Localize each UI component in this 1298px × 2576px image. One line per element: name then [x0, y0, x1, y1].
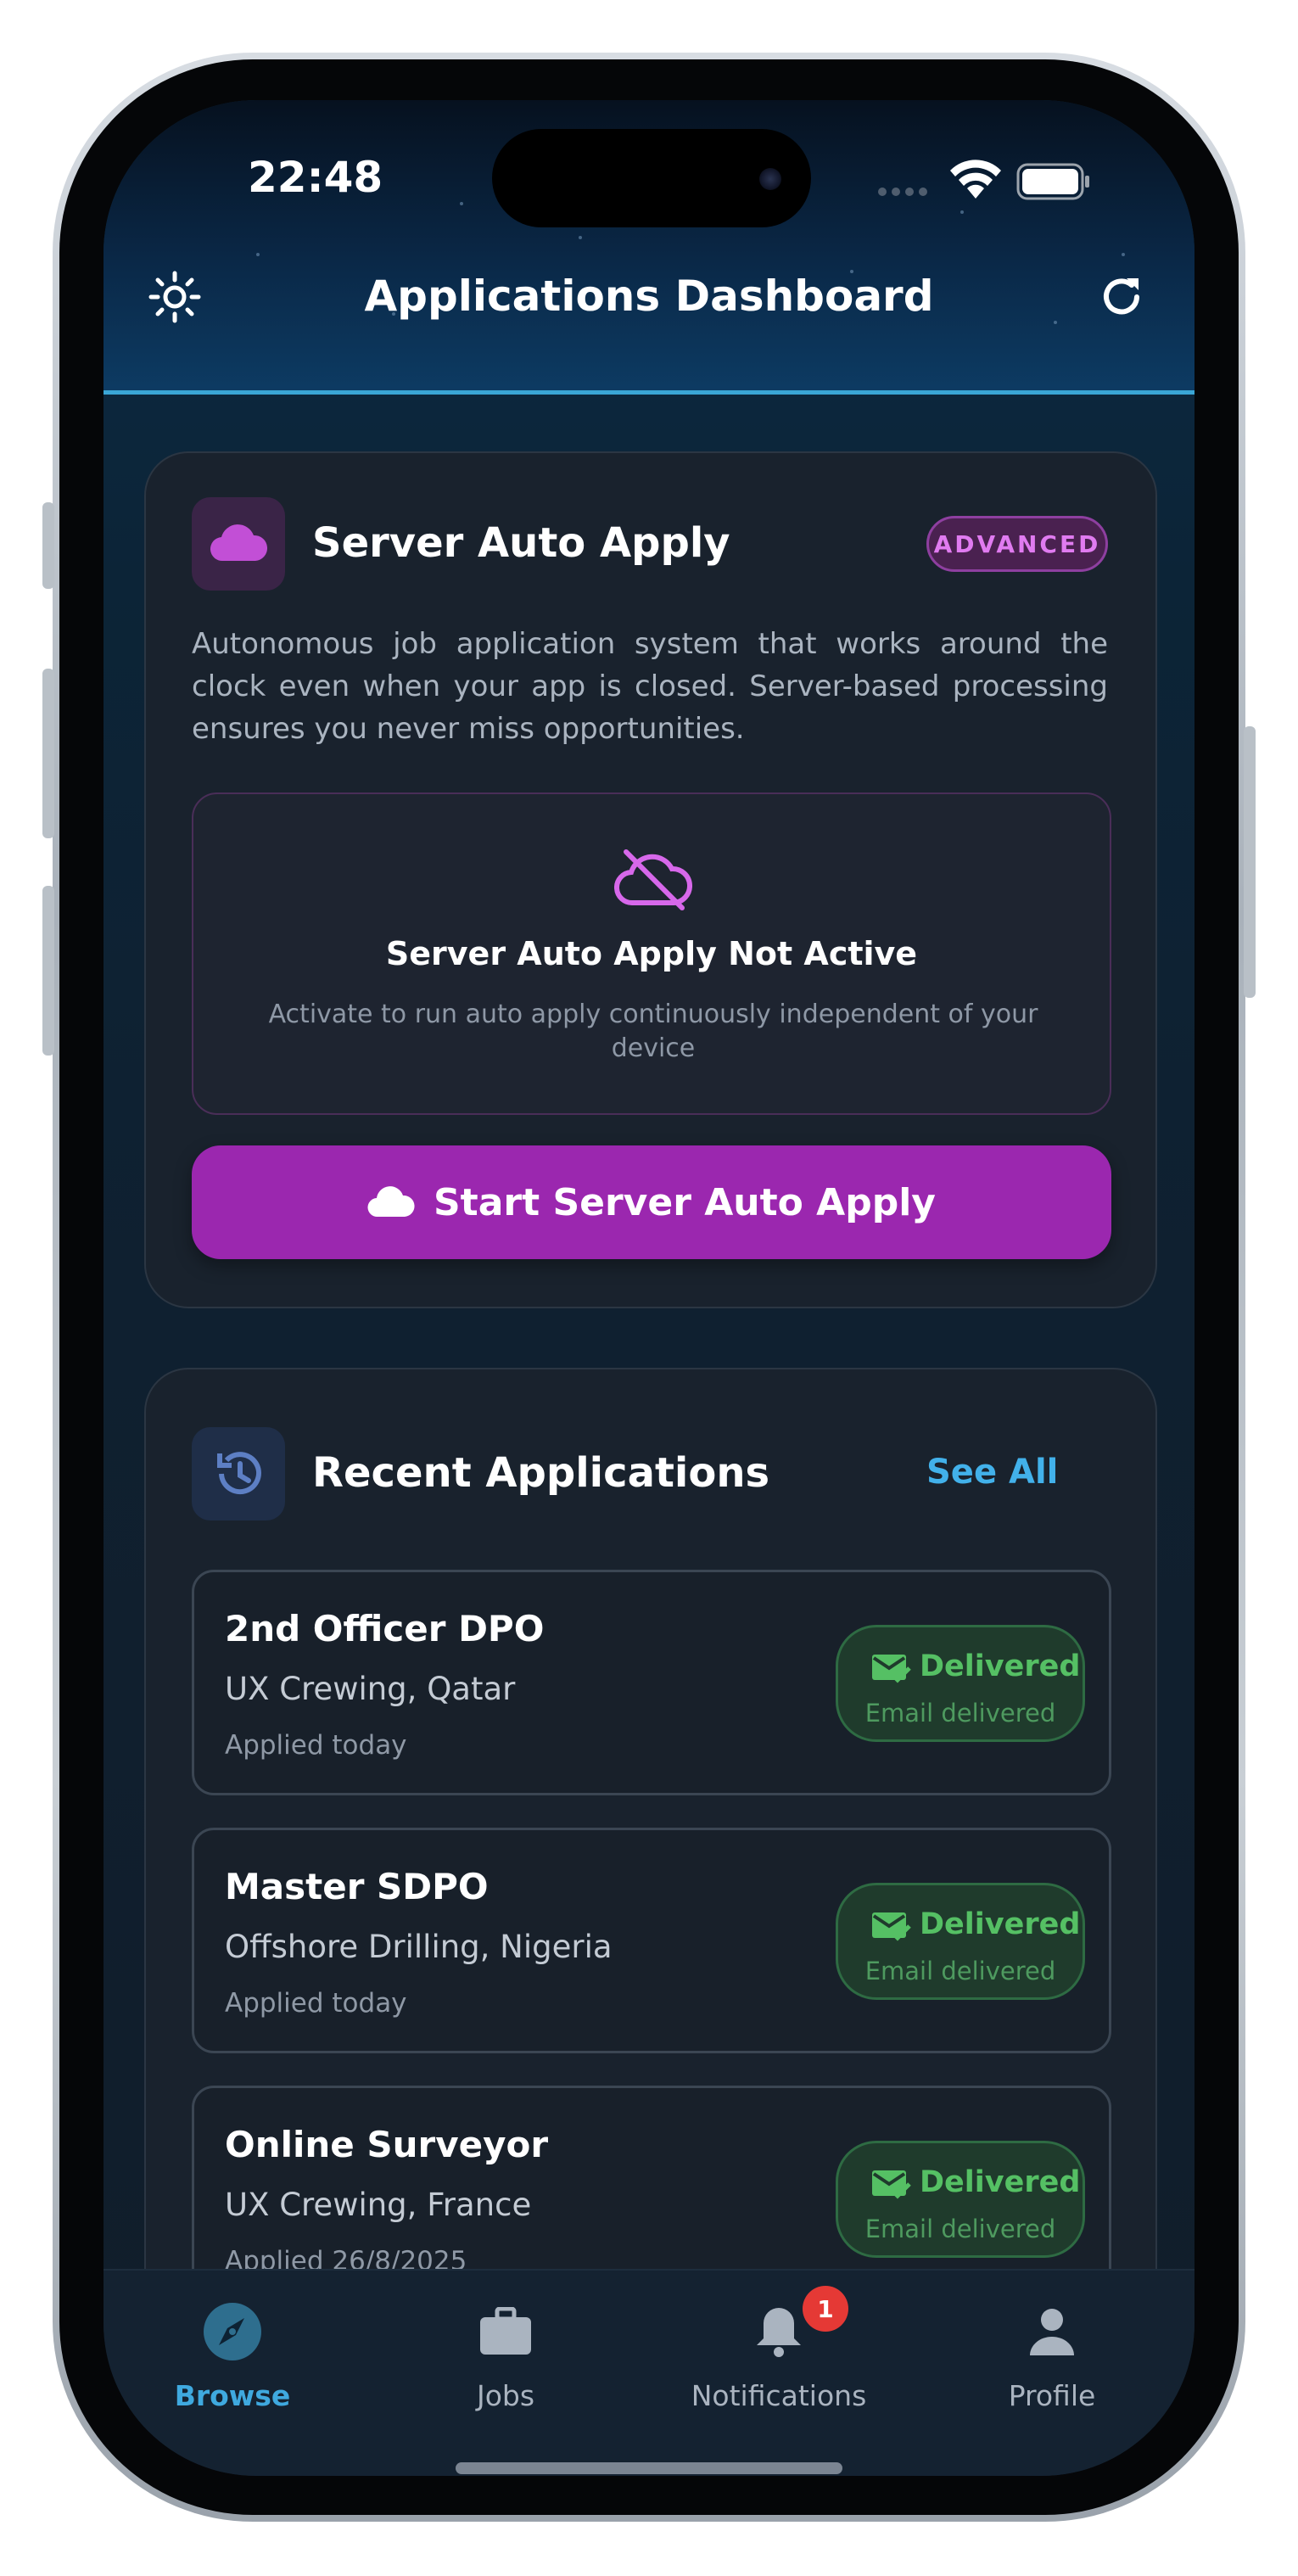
status-detail: Email delivered [864, 2215, 1056, 2243]
briefcase-icon [472, 2298, 540, 2366]
power-button [1244, 726, 1256, 998]
recent-applications-card: Recent Applications See All 2nd Officer … [144, 1368, 1157, 2389]
compass-icon [199, 2298, 266, 2366]
front-camera [759, 168, 781, 190]
application-item[interactable]: 2nd Officer DPO UX Crewing, Qatar Applie… [192, 1570, 1111, 1795]
status-title: Server Auto Apply Not Active [385, 935, 918, 972]
nav-browse[interactable]: Browse [105, 2289, 360, 2425]
status-detail: Email delivered [864, 1699, 1056, 1728]
job-company: UX Crewing, Qatar [225, 1671, 516, 1707]
page-title: Applications Dashboard [364, 272, 934, 321]
mark-email-read-icon [872, 2170, 911, 2199]
card-description: Autonomous job application system that w… [192, 627, 1108, 746]
job-company: UX Crewing, France [225, 2187, 532, 2223]
refresh-icon [1104, 278, 1139, 315]
wifi-icon [948, 160, 1003, 205]
job-company: Offshore Drilling, Nigeria [225, 1929, 613, 1965]
cloud-icon [367, 1186, 415, 1218]
volume-down-button [42, 886, 54, 1056]
nav-label: Browse [174, 2379, 291, 2412]
delivered-status-badge: Delivered Email delivered [836, 1883, 1085, 2000]
app-screen: 22:48 Applications Dashboard Server Auto… [104, 100, 1194, 2476]
notification-count-badge: 1 [803, 2286, 848, 2332]
cloud-icon-tile [192, 497, 285, 591]
star-decoration [1122, 253, 1125, 256]
status-panel: Server Auto Apply Not Active Activate to… [192, 792, 1111, 1115]
mark-email-read-icon [872, 1912, 911, 1941]
signal-dots-icon [877, 185, 932, 201]
nav-label: Jobs [476, 2379, 535, 2412]
nav-jobs[interactable]: Jobs [378, 2289, 633, 2425]
person-icon [1018, 2298, 1086, 2366]
start-server-auto-apply-button[interactable]: Start Server Auto Apply [192, 1145, 1111, 1259]
refresh-button[interactable] [1088, 263, 1155, 331]
volume-up-button [42, 669, 54, 838]
status-label: Delivered [920, 1907, 1081, 1941]
job-title: 2nd Officer DPO [225, 1608, 545, 1649]
star-decoration [579, 236, 582, 239]
star-decoration [460, 202, 463, 205]
job-title: Online Surveyor [225, 2124, 549, 2165]
home-indicator [456, 2462, 842, 2474]
application-item[interactable]: Master SDPO Offshore Drilling, Nigeria A… [192, 1828, 1111, 2053]
status-label: Delivered [920, 2165, 1081, 2199]
nav-label: Profile [1008, 2379, 1096, 2412]
cloud-icon [210, 524, 267, 562]
nav-notifications[interactable]: 1 Notifications [652, 2286, 906, 2425]
see-all-link[interactable]: See All [926, 1453, 1058, 1492]
card-title: Recent Applications [312, 1449, 770, 1497]
history-icon [217, 1452, 261, 1495]
action-button [42, 502, 54, 589]
delivered-status-badge: Delivered Email delivered [836, 2141, 1085, 2258]
bottom-nav: Browse Jobs 1 Notifications Profile [104, 2269, 1194, 2476]
history-icon-tile [192, 1427, 285, 1520]
status-time: 22:48 [248, 153, 383, 202]
battery-icon [1016, 163, 1093, 204]
server-auto-apply-card: Server Auto Apply ADVANCED Autonomous jo… [144, 451, 1157, 1308]
cloud-off-icon [614, 849, 692, 910]
nav-label: Notifications [691, 2379, 867, 2412]
status-subtitle: Activate to run auto apply continuously … [268, 1000, 1038, 1063]
status-label: Delivered [920, 1649, 1081, 1683]
nav-profile[interactable]: Profile [925, 2289, 1179, 2425]
applied-date: Applied today [225, 1988, 407, 2019]
card-title: Server Auto Apply [312, 519, 730, 567]
status-detail: Email delivered [864, 1957, 1056, 1985]
job-title: Master SDPO [225, 1866, 489, 1907]
star-decoration [960, 210, 964, 214]
header-divider [104, 390, 1194, 395]
mark-email-read-icon [872, 1655, 911, 1683]
star-decoration [1054, 321, 1057, 324]
delivered-status-badge: Delivered Email delivered [836, 1625, 1085, 1742]
star-decoration [256, 253, 260, 256]
applied-date: Applied today [225, 1730, 407, 1761]
start-button-label: Start Server Auto Apply [433, 1180, 936, 1224]
advanced-badge: ADVANCED [926, 516, 1108, 572]
header: 22:48 Applications Dashboard [104, 100, 1194, 393]
